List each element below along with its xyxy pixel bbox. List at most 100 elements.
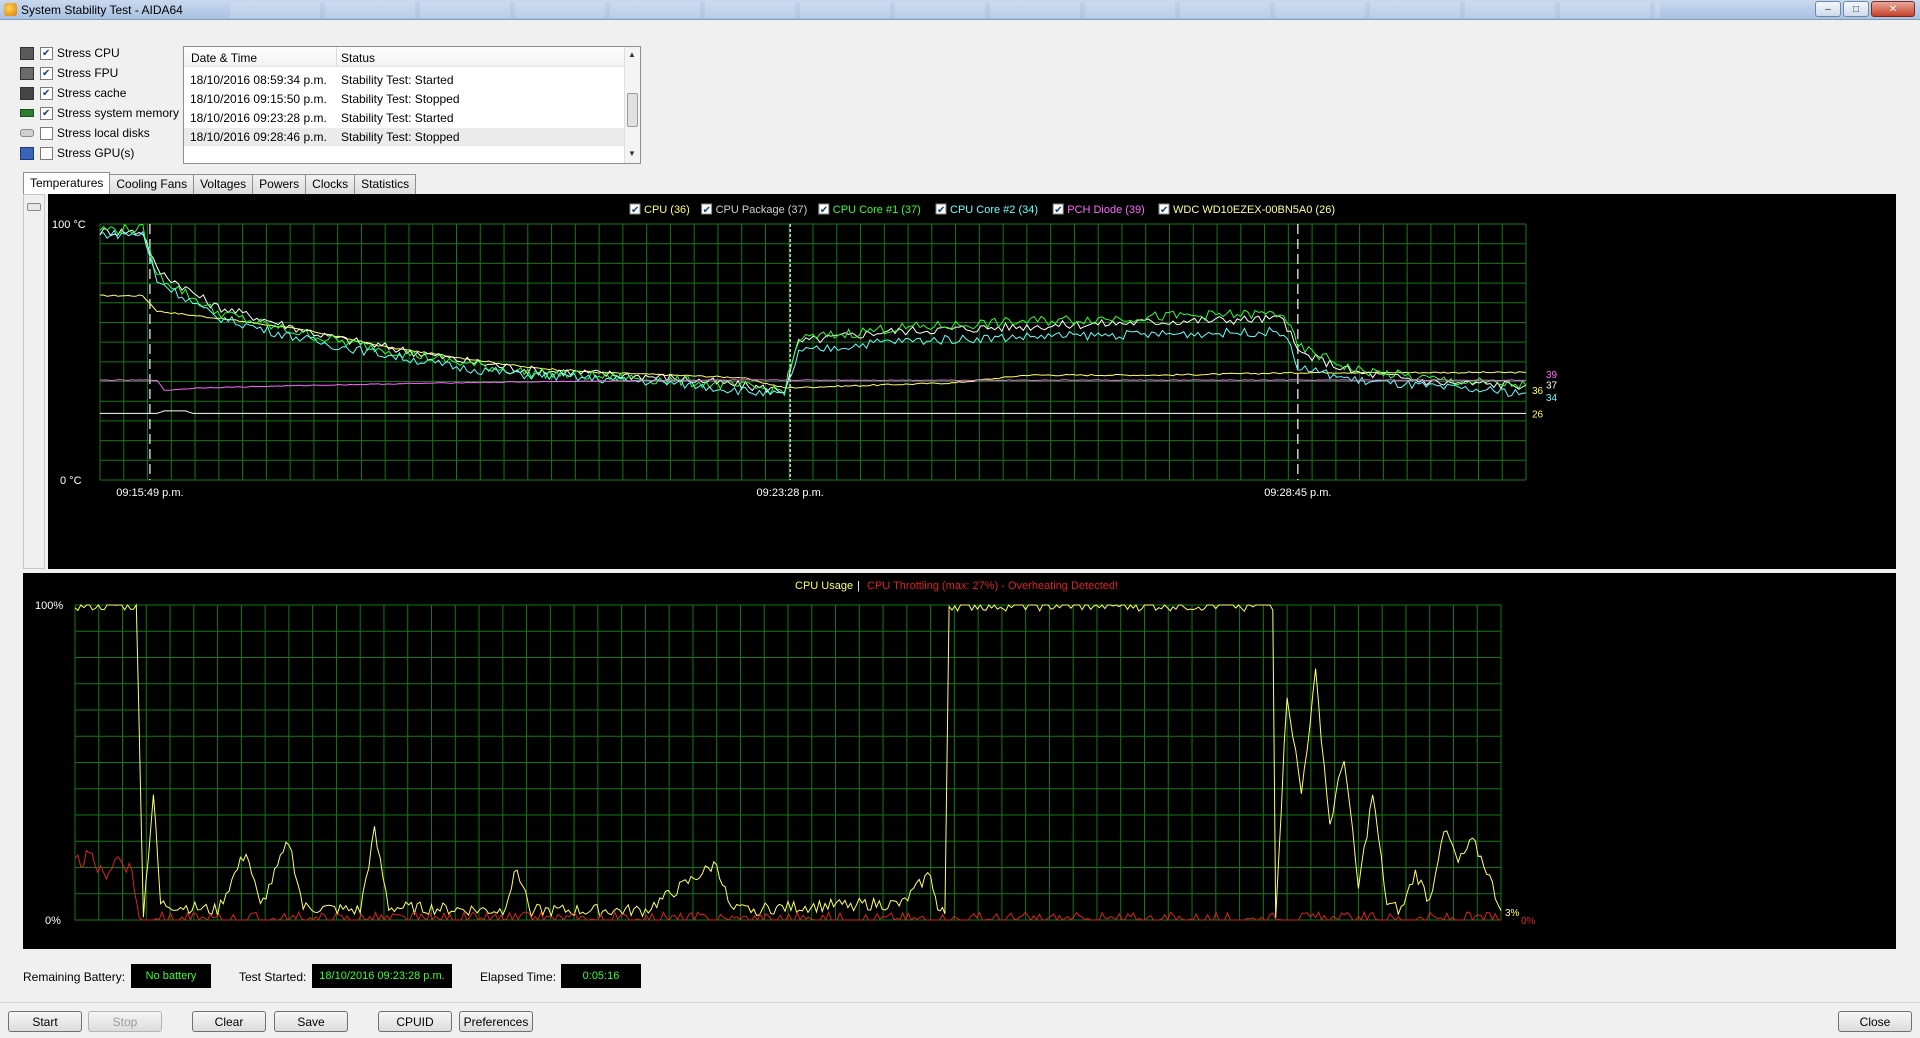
log-scrollbar[interactable]: ▲ ▼ — [624, 47, 640, 163]
chart-tabs: Temperatures Cooling Fans Voltages Power… — [23, 172, 417, 194]
bottom-divider — [0, 1002, 1920, 1003]
tab-powers[interactable]: Powers — [252, 174, 307, 194]
legend-item[interactable]: ✔ CPU Core #2 (34) — [935, 203, 1038, 216]
legend-label: CPU (36) — [644, 204, 690, 216]
checkmark-icon: ✔ — [631, 205, 639, 216]
legend-label: WDC WD10EZEX-00BN5A0 (26) — [1173, 204, 1335, 216]
legend-item[interactable]: ✔ CPU (36) — [629, 203, 690, 216]
log-row[interactable]: 18/10/2016 09:23:28 p.m. Stability Test:… — [184, 109, 624, 127]
preferences-button[interactable]: Preferences — [459, 1011, 533, 1032]
y-axis-bottom-label: 0% — [45, 915, 61, 927]
series-current-value: 26 — [1532, 409, 1544, 420]
legend-item[interactable]: ✔ WDC WD10EZEX-00BN5A0 (26) — [1158, 203, 1335, 216]
tab-clocks[interactable]: Clocks — [305, 174, 356, 194]
event-log-list[interactable]: Date & Time Status 18/10/2016 08:59:34 p… — [183, 46, 641, 164]
close-button[interactable]: Close — [1838, 1011, 1912, 1032]
window-close-button[interactable]: ✕ — [1871, 1, 1915, 17]
memory-icon — [20, 109, 34, 117]
elapsed-time-label: Elapsed Time: — [480, 970, 557, 984]
stress-cache-label: Stress cache — [57, 86, 127, 100]
stress-gpu-option[interactable]: Stress GPU(s) — [20, 145, 134, 161]
stress-cpu-option[interactable]: Stress CPU — [20, 45, 120, 61]
legend-item[interactable]: ✔ PCH Diode (39) — [1052, 203, 1145, 216]
remaining-battery-label: Remaining Battery: — [23, 970, 126, 984]
log-header: Date & Time Status — [184, 47, 624, 67]
aida64-app-icon — [4, 3, 17, 16]
y-axis-top-label: 100 °C — [52, 219, 86, 231]
maximize-button[interactable]: □ — [1843, 1, 1869, 17]
stress-memory-checkbox[interactable] — [40, 106, 53, 120]
log-status: Stability Test: Stopped — [341, 92, 460, 106]
log-row[interactable]: 18/10/2016 08:59:34 p.m. Stability Test:… — [184, 71, 624, 89]
stress-memory-label: Stress system memory — [57, 106, 180, 120]
stress-cache-checkbox[interactable] — [40, 86, 53, 100]
stress-gpu-checkbox[interactable] — [40, 146, 53, 160]
checkmark-icon: ✔ — [703, 205, 711, 216]
stress-gpu-label: Stress GPU(s) — [57, 146, 135, 160]
title-separator: | — [857, 580, 860, 592]
scroll-up-arrow-icon[interactable]: ▲ — [628, 50, 636, 59]
window-title: System Stability Test - AIDA64 — [21, 3, 183, 17]
start-button[interactable]: Start — [8, 1011, 82, 1032]
minimize-button[interactable]: – — [1815, 1, 1841, 17]
cpu-usage-title: CPU Usage — [795, 580, 853, 592]
log-row-selected[interactable]: 18/10/2016 09:28:46 p.m. Stability Test:… — [184, 128, 624, 146]
tab-voltages[interactable]: Voltages — [193, 174, 254, 194]
chart-scale-slider[interactable] — [23, 194, 45, 569]
x-tick-label: 09:28:45 p.m. — [1264, 487, 1331, 499]
stress-disks-checkbox[interactable] — [40, 126, 53, 140]
log-time: 18/10/2016 09:23:28 p.m. — [190, 111, 327, 125]
cpu-throttling-current-value: 0% — [1521, 916, 1536, 927]
temperature-chart-panel: 100 °C 0 °C 09:15:49 p.m. 09:23:28 p.m. 09:2… — [48, 194, 1896, 569]
stress-disks-label: Stress local disks — [57, 126, 150, 140]
test-started-label: Test Started: — [239, 970, 307, 984]
gpu-icon — [20, 146, 34, 160]
cpu-usage-chart-panel: 100% 0% CPU Usage | CPU Throttling (max: 27%… — [23, 573, 1896, 949]
legend-label: CPU Package (37) — [716, 204, 808, 216]
cpuid-button[interactable]: CPUID — [378, 1011, 452, 1032]
save-button[interactable]: Save — [274, 1011, 348, 1032]
log-time: 18/10/2016 09:28:46 p.m. — [190, 130, 327, 144]
stress-fpu-checkbox[interactable] — [40, 66, 53, 80]
chart-grid — [74, 604, 1502, 921]
cpu-usage-current-value: 3% — [1505, 908, 1520, 919]
legend-item[interactable]: ✔ CPU Package (37) — [701, 203, 808, 216]
tab-temperatures[interactable]: Temperatures — [23, 172, 111, 194]
stress-cpu-checkbox[interactable] — [40, 46, 53, 60]
x-tick-label: 09:23:28 p.m. — [757, 487, 824, 499]
cache-icon — [20, 86, 34, 100]
log-column-status[interactable]: Status — [341, 51, 375, 65]
cpu-icon — [20, 46, 34, 60]
log-row[interactable]: 18/10/2016 09:15:50 p.m. Stability Test:… — [184, 90, 624, 108]
log-column-datetime[interactable]: Date & Time — [191, 51, 257, 65]
chart-grid — [99, 223, 1527, 481]
scroll-down-arrow-icon[interactable]: ▼ — [628, 149, 636, 158]
fpu-icon — [20, 66, 34, 80]
cpu-throttling-title: CPU Throttling (max: 27%) - Overheating … — [867, 580, 1118, 592]
x-tick-label: 09:15:49 p.m. — [116, 487, 183, 499]
slider-knob[interactable] — [27, 203, 41, 211]
stress-disks-option[interactable]: Stress local disks — [20, 125, 150, 141]
log-status: Stability Test: Started — [341, 111, 454, 125]
tab-statistics[interactable]: Statistics — [354, 174, 417, 194]
legend-label: CPU Core #2 (34) — [950, 204, 1038, 216]
checkmark-icon: ✔ — [1160, 205, 1168, 216]
title-bar[interactable]: System Stability Test - AIDA64 – □ ✕ — [0, 0, 1920, 20]
clear-button[interactable]: Clear — [192, 1011, 266, 1032]
stress-cache-option[interactable]: Stress cache — [20, 85, 126, 101]
scroll-thumb[interactable] — [627, 93, 638, 127]
checkmark-icon: ✔ — [820, 205, 828, 216]
stress-memory-option[interactable]: Stress system memory — [20, 105, 179, 121]
log-status: Stability Test: Stopped — [341, 130, 460, 144]
stress-cpu-label: Stress CPU — [57, 46, 120, 60]
temperature-chart: 100 °C 0 °C 09:15:49 p.m. 09:23:28 p.m. 09:2… — [52, 203, 1558, 499]
checkmark-icon: ✔ — [1054, 205, 1062, 216]
column-divider[interactable] — [336, 47, 337, 67]
tab-cooling-fans[interactable]: Cooling Fans — [109, 174, 195, 194]
test-started-value: 18/10/2016 09:23:28 p.m. — [312, 964, 452, 988]
log-status: Stability Test: Started — [341, 73, 454, 87]
legend-item[interactable]: ✔ CPU Core #1 (37) — [818, 203, 921, 216]
stress-fpu-option[interactable]: Stress FPU — [20, 65, 118, 81]
stop-button[interactable]: Stop — [88, 1011, 162, 1032]
disk-icon — [20, 129, 34, 137]
